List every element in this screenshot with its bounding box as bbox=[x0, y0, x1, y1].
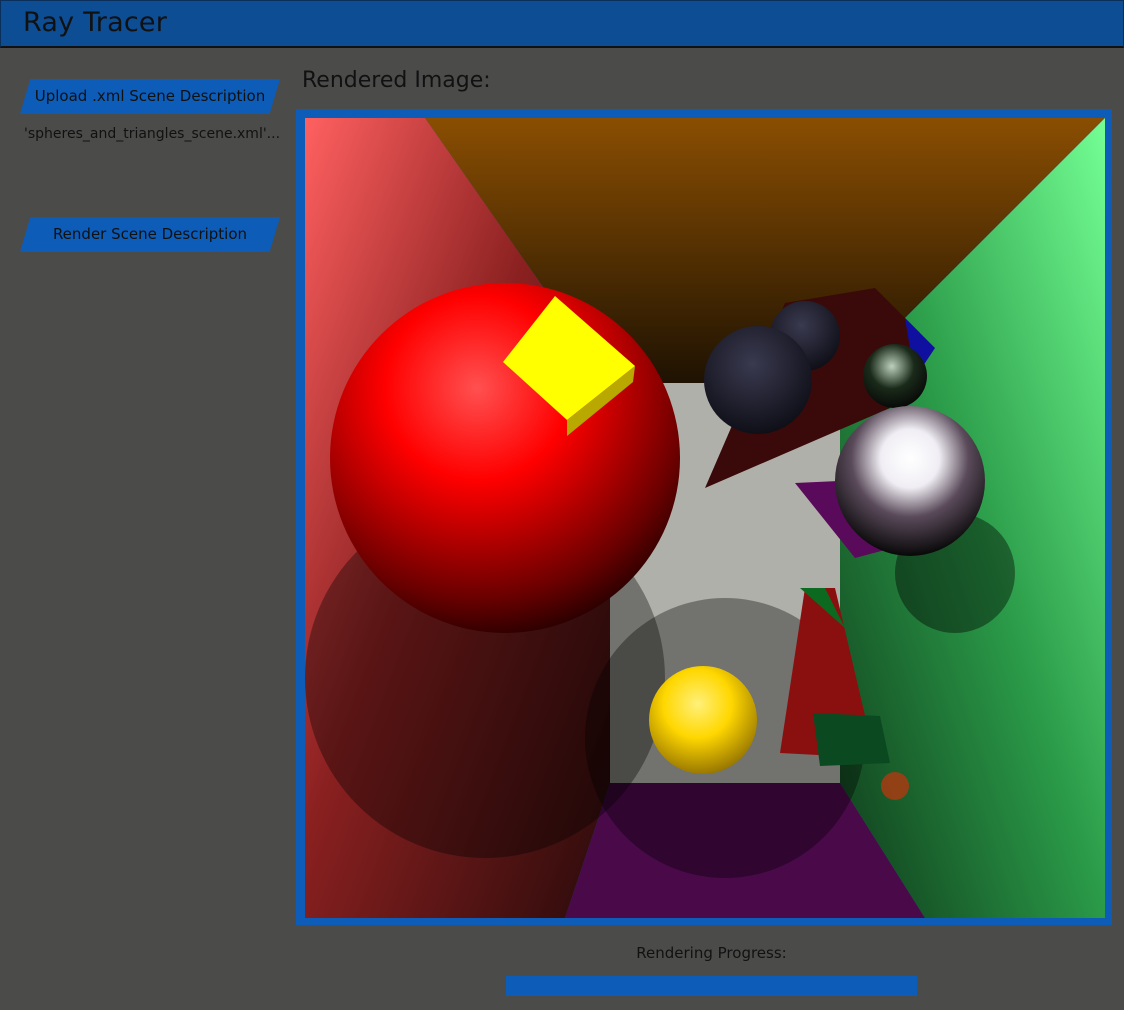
app-title: Ray Tracer bbox=[23, 7, 168, 38]
rendering-progress-fill bbox=[506, 976, 917, 996]
upload-scene-button[interactable]: Upload .xml Scene Description bbox=[20, 79, 280, 114]
red-sphere bbox=[330, 283, 680, 633]
rendering-progress-label: Rendering Progress: bbox=[636, 944, 787, 962]
dark-sphere bbox=[704, 326, 812, 434]
render-scene-button[interactable]: Render Scene Description bbox=[20, 217, 280, 252]
selected-filename: 'spheres_and_triangles_scene.xml'... bbox=[24, 126, 281, 142]
green-triangle bbox=[813, 713, 890, 766]
small-orange-sphere bbox=[881, 772, 909, 800]
small-glass-sphere bbox=[863, 344, 927, 408]
rendered-image-heading: Rendered Image: bbox=[302, 68, 491, 93]
yellow-sphere bbox=[649, 666, 757, 774]
rendering-progress-bar bbox=[506, 976, 917, 996]
mirror-sphere bbox=[835, 406, 985, 556]
title-bar: Ray Tracer bbox=[0, 0, 1124, 48]
rendered-image bbox=[305, 118, 1105, 918]
